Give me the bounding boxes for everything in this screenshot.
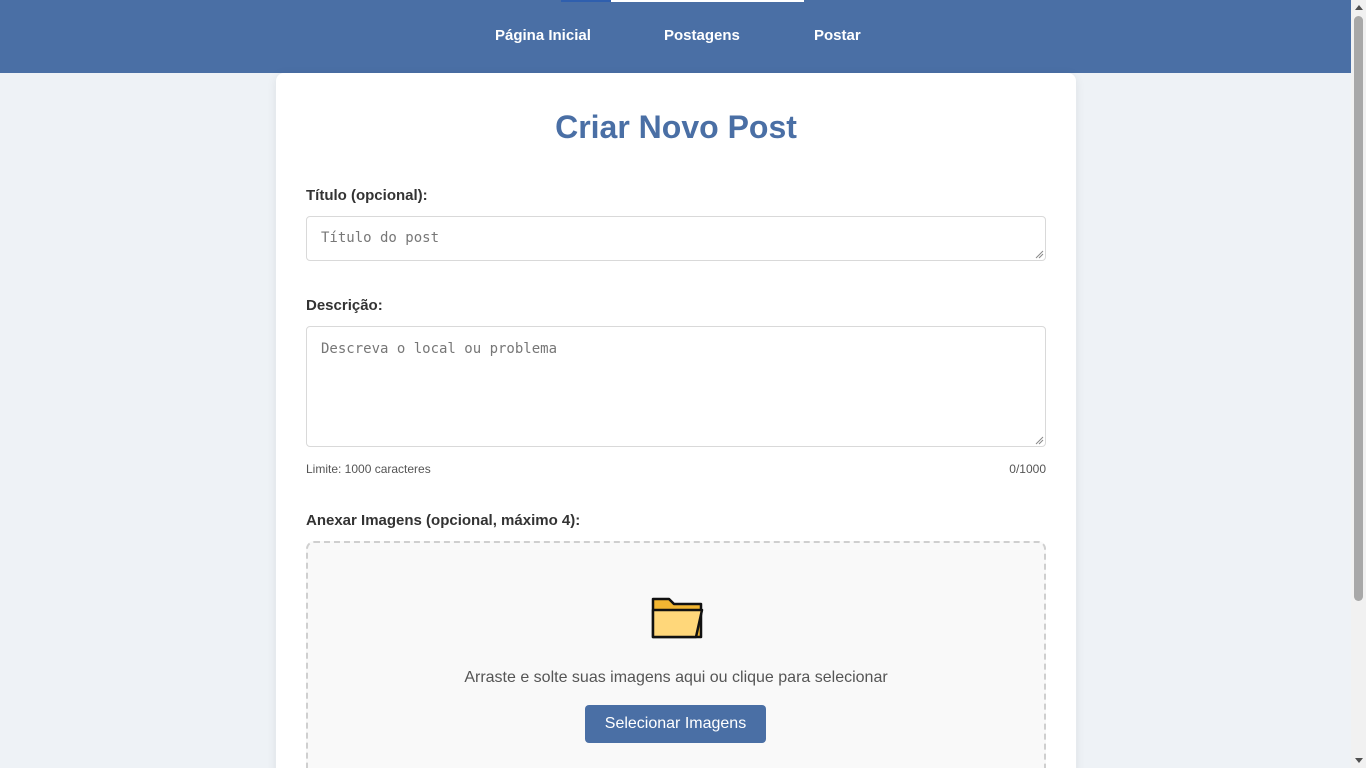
nav-link-home[interactable]: Página Inicial [495,27,591,44]
select-images-button[interactable]: Selecionar Imagens [585,705,766,743]
title-placeholder: Título do post [321,230,440,246]
description-textarea[interactable]: Descreva o local ou problema [306,326,1046,447]
vertical-scrollbar[interactable] [1351,0,1366,768]
scroll-up-arrow-icon[interactable] [1351,0,1366,15]
description-placeholder: Descreva o local ou problema [321,341,558,357]
dropzone-instructions: Arraste e solte suas imagens aqui ou cli… [464,669,888,686]
description-label: Descrição: [306,297,383,314]
nav-link-post[interactable]: Postar [814,27,861,44]
attach-images-label: Anexar Imagens (opcional, máximo 4): [306,512,581,529]
resize-handle-icon[interactable] [1034,435,1044,445]
title-label: Título (opcional): [306,187,428,204]
scroll-down-arrow-icon[interactable] [1351,753,1366,768]
image-dropzone[interactable]: Arraste e solte suas imagens aqui ou cli… [306,541,1046,768]
page-title: Criar Novo Post [555,109,797,145]
character-limit-text: Limite: 1000 caracteres [306,462,431,476]
character-counter: 0/1000 [1009,462,1046,476]
scrollbar-thumb[interactable] [1354,16,1363,601]
top-navbar: Página Inicial Postagens Postar [0,0,1351,73]
resize-handle-icon[interactable] [1034,249,1044,259]
nav-link-posts[interactable]: Postagens [664,27,740,44]
folder-icon [651,597,704,639]
main-nav: Página Inicial Postagens Postar [0,0,1351,73]
title-input[interactable]: Título do post [306,216,1046,261]
create-post-card: Criar Novo Post Título (opcional): Títul… [276,73,1076,768]
page: Página Inicial Postagens Postar Criar No… [0,0,1366,768]
